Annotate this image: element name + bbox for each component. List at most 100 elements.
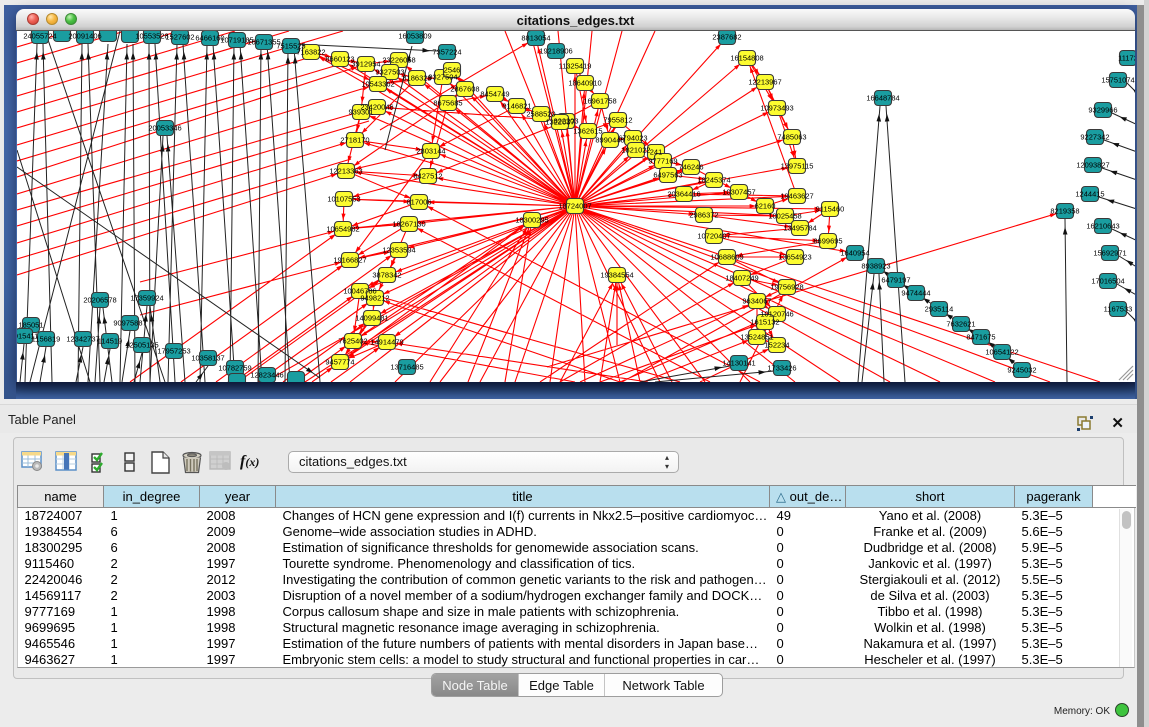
svg-text:8938923: 8938923 — [861, 262, 890, 271]
svg-text:1322037: 1322037 — [545, 118, 574, 127]
svg-text:14099481: 14099481 — [355, 314, 388, 323]
svg-text:62160: 62160 — [755, 202, 776, 211]
svg-text:817006: 817006 — [406, 198, 431, 207]
svg-text:1615132: 1615132 — [750, 318, 779, 327]
svg-text:1821022: 1821022 — [621, 146, 650, 155]
svg-text:10543362: 10543362 — [361, 80, 394, 89]
svg-text:13716485: 13716485 — [390, 363, 423, 372]
svg-text:19166827: 19166827 — [333, 256, 366, 265]
svg-text:1527602: 1527602 — [165, 33, 194, 42]
svg-text:12093827: 12093827 — [1076, 161, 1109, 170]
svg-text:15751074: 15751074 — [1101, 76, 1134, 85]
svg-text:19218906: 19218906 — [539, 47, 572, 56]
svg-text:8454749: 8454749 — [480, 90, 509, 99]
svg-text:16210643: 16210643 — [1086, 222, 1119, 231]
svg-text:7632621: 7632621 — [946, 320, 975, 329]
svg-text:8675685: 8675685 — [433, 99, 462, 108]
svg-text:9329966: 9329966 — [1088, 106, 1117, 115]
svg-text:24055724: 24055724 — [23, 32, 56, 41]
svg-text:17016504: 17016504 — [1091, 277, 1124, 286]
svg-text:10973493: 10973493 — [760, 104, 793, 113]
svg-text:19756928: 19756928 — [770, 283, 803, 292]
svg-text:17359924: 17359924 — [130, 294, 163, 303]
svg-text:9115460: 9115460 — [816, 205, 845, 214]
svg-text:10553528: 10553528 — [135, 32, 168, 41]
svg-text:18245374: 18245374 — [697, 176, 730, 185]
svg-text:13975115: 13975115 — [781, 162, 814, 171]
svg-text:1362615: 1362615 — [573, 127, 602, 136]
svg-text:114519: 114519 — [98, 337, 122, 346]
svg-text:19384554: 19384554 — [600, 271, 633, 280]
svg-text:11325419: 11325419 — [559, 62, 592, 71]
svg-text:2986372: 2986372 — [689, 211, 718, 220]
svg-text:8471675: 8471675 — [966, 333, 995, 342]
svg-text:7357224: 7357224 — [432, 48, 461, 57]
svg-text:2718170: 2718170 — [340, 136, 369, 145]
svg-text:2803144: 2803144 — [416, 147, 445, 156]
svg-text:185051: 185051 — [18, 321, 43, 330]
svg-text:10358137: 10358137 — [191, 354, 224, 363]
svg-text:12213363: 12213363 — [329, 167, 362, 176]
svg-text:16053809: 16053809 — [398, 32, 431, 41]
svg-text:9327503: 9327503 — [375, 68, 404, 77]
svg-text:3878342: 3878342 — [372, 271, 401, 280]
svg-text:16154808: 16154808 — [730, 54, 763, 63]
svg-text:1640954: 1640954 — [840, 249, 869, 258]
svg-text:20091406: 20091406 — [68, 32, 101, 41]
svg-text:1156819: 1156819 — [32, 335, 61, 344]
svg-text:10782759: 10782759 — [218, 364, 251, 373]
svg-text:13495784: 13495784 — [783, 224, 816, 233]
svg-text:2387682: 2387682 — [712, 33, 741, 42]
svg-text:13654923: 13654923 — [778, 253, 811, 262]
svg-text:1167533: 1167533 — [1104, 305, 1133, 314]
svg-text:90975887: 90975887 — [113, 319, 146, 328]
svg-text:2935114: 2935114 — [925, 305, 954, 314]
svg-text:18640910: 18640910 — [568, 79, 601, 88]
svg-text:8699695: 8699695 — [813, 237, 842, 246]
svg-text:12353594: 12353594 — [382, 246, 415, 255]
svg-text:15692971: 15692971 — [1093, 249, 1126, 258]
svg-text:18407249: 18407249 — [725, 274, 758, 283]
svg-text:10307457: 10307457 — [722, 188, 755, 197]
svg-text:10688609: 10688609 — [710, 253, 743, 262]
svg-text:6497563: 6497563 — [653, 171, 682, 180]
svg-text:10654122: 10654122 — [985, 348, 1018, 357]
svg-text:2867608: 2867608 — [450, 85, 479, 94]
svg-text:7485063: 7485063 — [777, 133, 806, 142]
svg-text:12505135: 12505135 — [125, 341, 158, 350]
svg-text:18300295: 18300295 — [515, 216, 548, 225]
svg-text:9474444: 9474444 — [901, 289, 930, 298]
svg-text:10107553: 10107553 — [327, 195, 360, 204]
svg-text:9245032: 9245032 — [1007, 366, 1036, 375]
svg-text:7163822: 7163822 — [296, 48, 325, 57]
svg-text:9498212: 9498212 — [360, 294, 389, 303]
svg-text:10025458: 10025458 — [768, 212, 801, 221]
svg-text:14130141: 14130141 — [722, 359, 755, 368]
svg-text:14914479: 14914479 — [370, 338, 403, 347]
svg-text:9457774: 9457774 — [325, 358, 354, 367]
svg-text:9634067: 9634067 — [742, 297, 771, 306]
svg-text:19463627: 19463627 — [780, 192, 813, 201]
svg-text:10654982: 10654982 — [326, 225, 359, 234]
svg-text:18724007: 18724007 — [558, 202, 591, 211]
svg-text:12823446: 12823446 — [250, 371, 283, 380]
svg-text:12213967: 12213967 — [748, 78, 781, 87]
svg-text:9227342: 9227342 — [1080, 133, 1109, 142]
svg-text:6479197: 6479197 — [881, 276, 910, 285]
svg-text:8813054: 8813054 — [521, 34, 550, 43]
svg-text:16648784: 16648784 — [866, 94, 899, 103]
svg-text:8660123: 8660123 — [325, 55, 354, 64]
svg-text:1244415: 1244415 — [1075, 190, 1104, 199]
svg-text:2546: 2546 — [444, 66, 461, 75]
svg-text:6794023: 6794023 — [618, 134, 647, 143]
svg-text:16961758: 16961758 — [583, 97, 616, 106]
svg-text:8186328: 8186328 — [402, 74, 431, 83]
svg-text:7625402: 7625402 — [338, 337, 367, 346]
svg-text:20364416: 20364416 — [667, 190, 700, 199]
svg-text:939301: 939301 — [348, 108, 373, 117]
svg-text:9777169: 9777169 — [648, 157, 677, 166]
svg-text:1733426: 1733426 — [767, 364, 796, 373]
svg-text:7955812: 7955812 — [603, 116, 632, 125]
svg-text:20206578: 20206578 — [83, 296, 116, 305]
svg-text:10720407: 10720407 — [697, 232, 730, 241]
